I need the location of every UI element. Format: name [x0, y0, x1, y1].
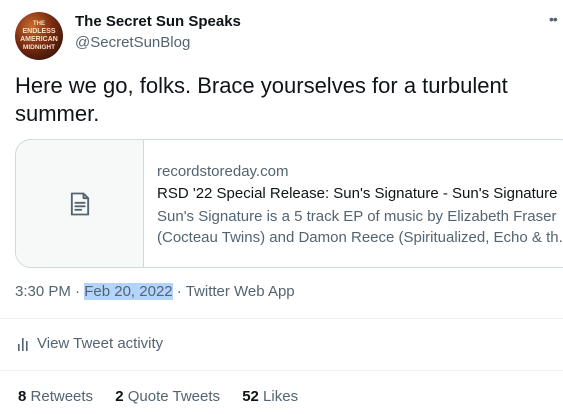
svg-text:THE: THE	[33, 21, 45, 27]
meta-separator: ·	[70, 283, 85, 300]
author-handle[interactable]: @SecretSunBlog	[75, 34, 190, 51]
svg-text:ENDLESS: ENDLESS	[22, 28, 55, 35]
bar-chart-icon	[18, 337, 28, 351]
card-thumbnail	[16, 140, 144, 267]
tweet-source: Twitter Web App	[185, 283, 295, 300]
tweet-time[interactable]: 3:30 PM	[15, 283, 71, 300]
document-icon	[70, 192, 89, 215]
tweet-stats: 8 Retweets 2 Quote Tweets 52 Likes	[18, 388, 316, 405]
tweet-text: Here we go, folks. Brace yourselves for …	[15, 73, 508, 126]
avatar[interactable]: THE ENDLESS AMERICAN MIDNIGHT	[15, 12, 63, 60]
tweet-date[interactable]: Feb 20, 2022	[84, 283, 173, 300]
card-domain: recordstoreday.com	[157, 163, 289, 180]
card-desc-line-1: Sun's Signature is a 5 track EP of music…	[157, 208, 557, 225]
card-description: Sun's Signature is a 5 track EP of music…	[157, 206, 563, 248]
likes-stat[interactable]: 52 Likes	[242, 388, 298, 405]
tweet-meta: 3:30 PM · Feb 20, 2022 · Twitter Web App	[15, 283, 295, 300]
divider	[0, 318, 563, 319]
svg-text:AMERICAN: AMERICAN	[20, 36, 58, 43]
meta-separator: ·	[172, 283, 186, 300]
card-title: RSD '22 Special Release: Sun's Signature…	[157, 185, 558, 202]
view-activity-button[interactable]: View Tweet activity	[17, 335, 163, 352]
svg-text:MIDNIGHT: MIDNIGHT	[23, 44, 55, 51]
divider	[0, 370, 563, 371]
ellipsis-icon[interactable]: ••	[549, 11, 558, 27]
card-desc-line-2: (Cocteau Twins) and Damon Reece (Spiritu…	[157, 229, 563, 246]
link-card[interactable]: recordstoreday.com RSD '22 Special Relea…	[15, 139, 563, 268]
retweets-stat[interactable]: 8 Retweets	[18, 388, 93, 405]
view-activity-label: View Tweet activity	[37, 335, 164, 352]
avatar-image: THE ENDLESS AMERICAN MIDNIGHT	[20, 21, 58, 51]
quote-tweets-stat[interactable]: 2 Quote Tweets	[115, 388, 220, 405]
author-name[interactable]: The Secret Sun Speaks	[75, 13, 241, 30]
